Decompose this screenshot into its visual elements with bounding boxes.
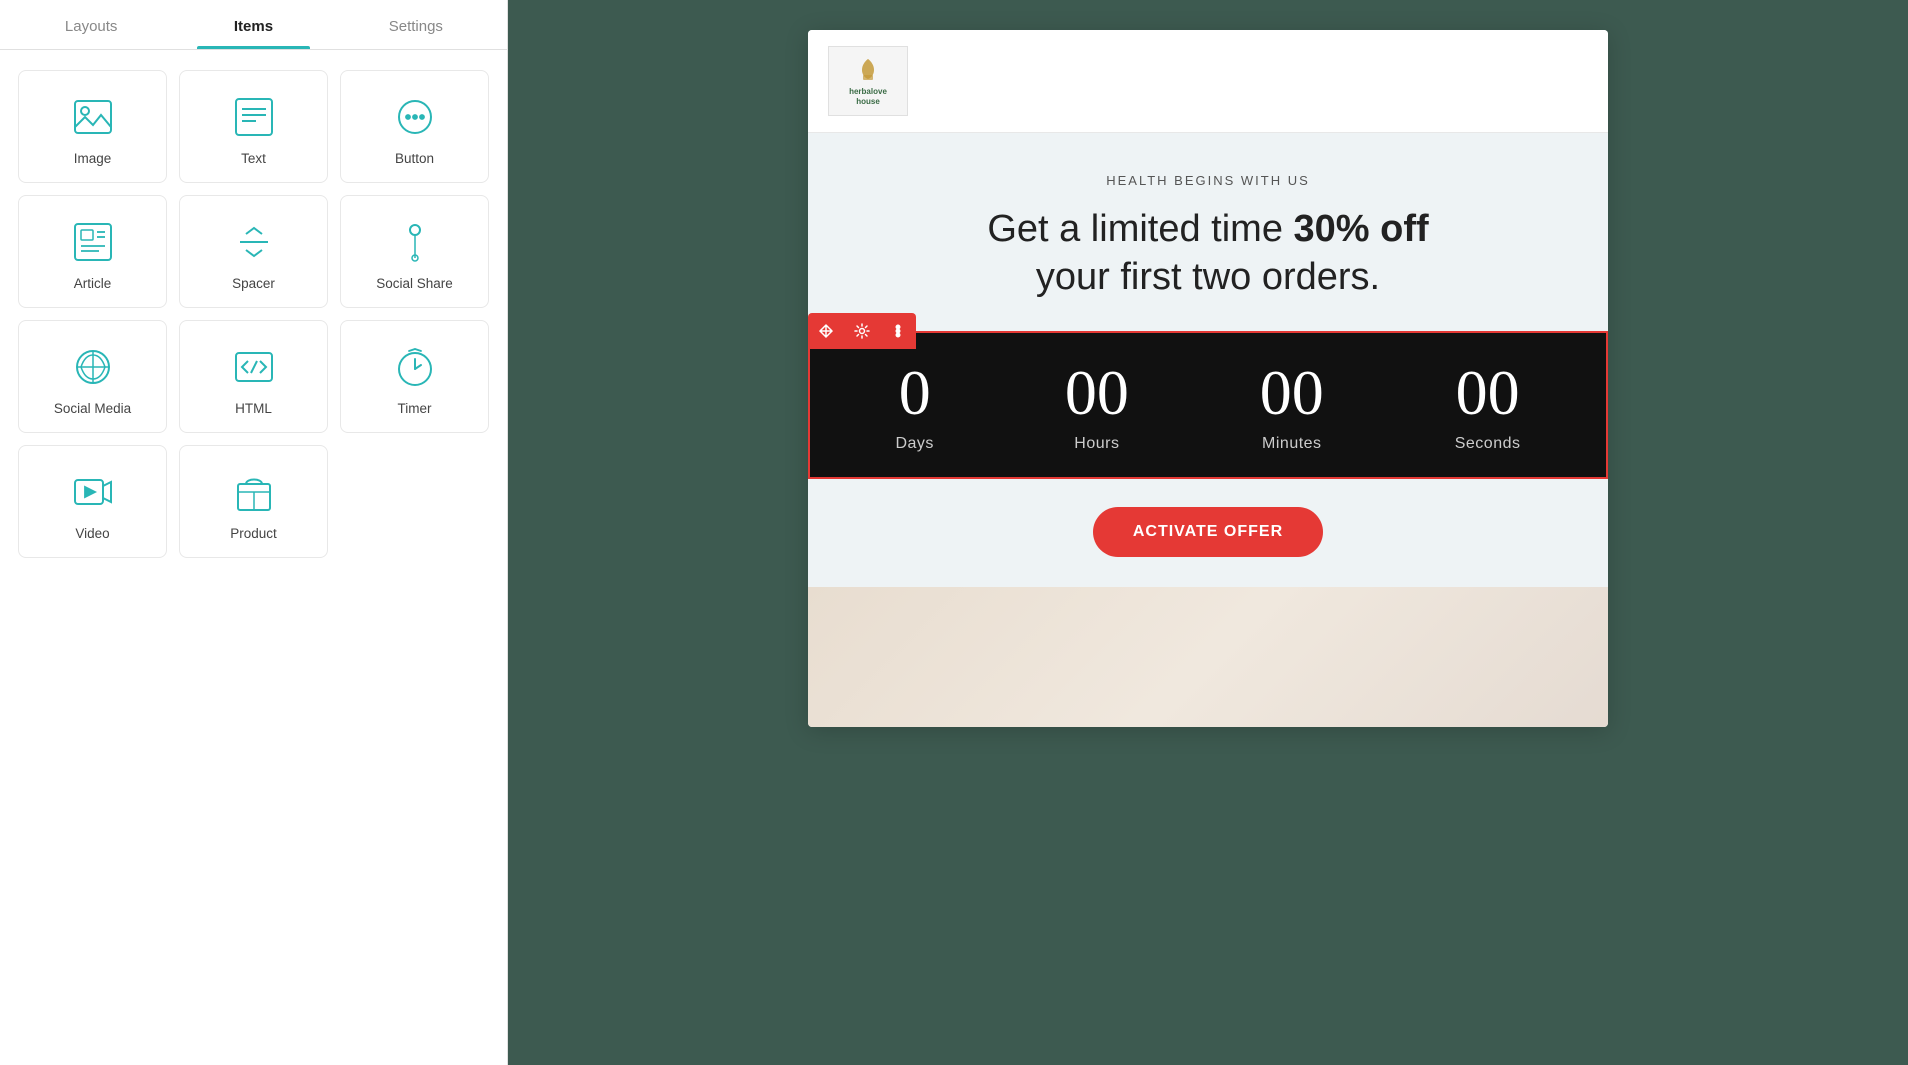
timer-hours-label: Hours <box>1074 435 1119 453</box>
item-video[interactable]: Video <box>18 445 167 558</box>
tab-layouts[interactable]: Layouts <box>10 0 172 49</box>
item-image[interactable]: Image <box>18 70 167 183</box>
item-social-share[interactable]: Social Share <box>340 195 489 308</box>
item-social-media[interactable]: Social Media <box>18 320 167 433</box>
timer-minutes-label: Minutes <box>1262 435 1322 453</box>
item-text-label: Text <box>241 151 266 166</box>
timer-icon <box>391 343 439 391</box>
timer-block-wrapper: 0 Days 00 Hours 00 Minutes 00 Seconds <box>808 331 1608 479</box>
social-share-icon <box>391 218 439 266</box>
email-canvas: herbalove house HEALTH BEGINS WITH US Ge… <box>808 30 1608 727</box>
item-html-label: HTML <box>235 401 272 416</box>
item-product-label: Product <box>230 526 277 541</box>
item-timer[interactable]: Timer <box>340 320 489 433</box>
timer-more-button[interactable] <box>880 313 916 349</box>
article-icon <box>69 218 117 266</box>
product-icon <box>230 468 278 516</box>
logo-text: herbalove house <box>849 87 887 108</box>
item-article[interactable]: Article <box>18 195 167 308</box>
item-button-label: Button <box>395 151 434 166</box>
hero-subtitle: HEALTH BEGINS WITH US <box>868 173 1548 188</box>
timer-toolbar <box>808 313 916 349</box>
timer-minutes: 00 Minutes <box>1260 361 1324 453</box>
item-html[interactable]: HTML <box>179 320 328 433</box>
sidebar-tab-bar: Layouts Items Settings <box>0 0 507 50</box>
timer-days-value: 0 <box>899 361 931 425</box>
hero-title-end: your first two orders. <box>1036 256 1380 298</box>
item-social-share-label: Social Share <box>376 276 453 291</box>
timer-minutes-value: 00 <box>1260 361 1324 425</box>
sidebar: Layouts Items Settings Image <box>0 0 508 1065</box>
timer-days: 0 Days <box>895 361 933 453</box>
timer-seconds: 00 Seconds <box>1455 361 1521 453</box>
email-bottom-image <box>808 587 1608 727</box>
item-text[interactable]: Text <box>179 70 328 183</box>
item-social-media-label: Social Media <box>54 401 131 416</box>
hero-title-bold: 30% off <box>1294 208 1429 250</box>
video-icon <box>69 468 117 516</box>
timer-hours-value: 00 <box>1065 361 1129 425</box>
item-video-label: Video <box>75 526 109 541</box>
social-media-icon <box>69 343 117 391</box>
text-icon <box>230 93 278 141</box>
timer-seconds-value: 00 <box>1456 361 1520 425</box>
html-icon <box>230 343 278 391</box>
bottom-image-placeholder <box>808 587 1608 727</box>
button-icon <box>391 93 439 141</box>
main-canvas-area: herbalove house HEALTH BEGINS WITH US Ge… <box>508 0 1908 1065</box>
email-hero: HEALTH BEGINS WITH US Get a limited time… <box>808 133 1608 331</box>
item-spacer-label: Spacer <box>232 276 275 291</box>
timer-seconds-label: Seconds <box>1455 435 1521 453</box>
image-icon <box>69 93 117 141</box>
activate-offer-button[interactable]: ACTIVATE OFFER <box>1093 507 1323 557</box>
tab-items[interactable]: Items <box>172 0 334 49</box>
tab-settings[interactable]: Settings <box>335 0 497 49</box>
item-button[interactable]: Button <box>340 70 489 183</box>
items-grid: Image Text <box>0 50 507 578</box>
timer-hours: 00 Hours <box>1065 361 1129 453</box>
timer-outer: 0 Days 00 Hours 00 Minutes 00 Seconds <box>808 331 1608 479</box>
item-timer-label: Timer <box>398 401 432 416</box>
email-cta-section: ACTIVATE OFFER <box>808 479 1608 587</box>
email-logo-bar: herbalove house <box>808 30 1608 133</box>
spacer-icon <box>230 218 278 266</box>
timer-inner: 0 Days 00 Hours 00 Minutes 00 Seconds <box>810 333 1606 477</box>
timer-days-label: Days <box>895 435 933 453</box>
timer-settings-button[interactable] <box>844 313 880 349</box>
item-article-label: Article <box>74 276 112 291</box>
hero-title: Get a limited time 30% off your first tw… <box>868 206 1548 301</box>
logo-box: herbalove house <box>828 46 908 116</box>
item-product[interactable]: Product <box>179 445 328 558</box>
item-spacer[interactable]: Spacer <box>179 195 328 308</box>
item-image-label: Image <box>74 151 112 166</box>
timer-move-button[interactable] <box>808 313 844 349</box>
hero-title-plain: Get a limited time <box>987 208 1293 250</box>
